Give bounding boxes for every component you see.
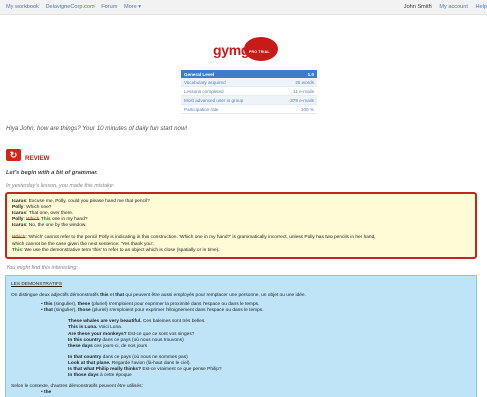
mistake-box: Icarus: Excuse me, Polly, could you plea… <box>5 192 477 259</box>
nav-delavignecorp[interactable]: DelavigneCorp.com <box>46 4 95 10</box>
text: (singulier), <box>52 308 78 314</box>
explanation-text: : 'Which' cannot refer to the pencil Pol… <box>25 235 376 241</box>
stats-row: Most advanced user in group 379 e-mails <box>181 95 317 105</box>
struck-word: Which <box>26 217 40 223</box>
example-en: Are these your monkeys? <box>68 331 127 337</box>
example-fr: Est-ce que ce sont vos singes? <box>126 331 195 337</box>
keyword: that <box>44 308 53 314</box>
example-en: Is that what Philip really thinks? <box>68 367 142 373</box>
logo-subtitle: PRO TRIAL <box>249 50 270 54</box>
keyword: this <box>44 302 53 308</box>
user-nav: John Smith My account Help <box>398 4 487 10</box>
stats-value: 379 e-mails <box>274 95 317 105</box>
review-title: REVIEW <box>25 155 50 162</box>
speaker: Icarus <box>12 223 27 229</box>
top-navigation-bar: My workbook DelavigneCorp.com Forum More… <box>0 0 487 15</box>
text: (pluriel) s'emploient pour exprimer la p… <box>90 302 260 308</box>
example-fr: Voici Luna. <box>97 325 123 331</box>
stats-value: 100 % <box>274 104 317 114</box>
stats-row: Lessons completed 11 e-mails <box>181 86 317 96</box>
example-en: These whales are very beautiful. <box>68 319 142 325</box>
example-en: This is Luna. <box>68 325 98 331</box>
stats-row: Participation rate 100 % <box>181 104 317 114</box>
grammar-note-title: LES DEMONSTRATIFS <box>11 282 63 287</box>
user-name: John Smith <box>403 4 432 10</box>
grammar-intro: On distingue deux adjectifs démonstratif… <box>11 293 471 299</box>
text: On distingue deux adjectifs démonstratif… <box>11 293 101 299</box>
keyword: that <box>115 293 125 299</box>
stats-header-row: General Level 1.0 <box>181 70 317 78</box>
stats-label: Participation rate <box>181 104 275 114</box>
stats-label: Lessons completed <box>181 86 275 96</box>
dialogue-text: : Excuse me, Polly, could you please han… <box>26 199 150 204</box>
begin-text: Let's begin with a bit of grammar. <box>6 170 98 176</box>
keyword: these <box>77 302 91 308</box>
nav-my-workbook[interactable]: My workbook <box>6 4 39 10</box>
stats-header-label: General Level <box>181 70 275 78</box>
speaker: Icarus <box>12 199 27 204</box>
stats-label: Most advanced user in group <box>181 95 275 105</box>
my-account-link[interactable]: My account <box>439 4 468 10</box>
text: qui peuvent être aussi employés pour rem… <box>124 293 306 299</box>
highlight-word: This <box>12 247 22 253</box>
dialogue-text: : That one, over there. <box>26 211 74 217</box>
struck-word: Which <box>12 235 26 241</box>
keyword: the <box>44 390 52 396</box>
example-fr: Ces baleines sont très belles. <box>141 319 206 325</box>
example-fr: dans ce pays (où nous nous trouvons) <box>101 337 184 343</box>
corrected-word: This <box>40 217 51 223</box>
gymglish-logo: gymglish PRO TRIAL <box>213 37 279 62</box>
example-fr: ces jours-ci, de nos jours <box>92 343 148 349</box>
text: (pluriel) s'emploient pour exprimer l'él… <box>90 308 264 314</box>
keyword: this <box>100 293 109 299</box>
stats-value: 25 words <box>274 78 317 87</box>
stats-header-value: 1.0 <box>274 70 317 78</box>
dialogue-text: : No, the one by the window. <box>26 223 87 229</box>
speaker: Polly <box>12 217 24 223</box>
example-en: In that country <box>68 354 102 360</box>
interest-intro: You might find this interesting: <box>6 265 78 271</box>
keyword: those <box>77 308 91 314</box>
example-fr: dans ce pays (où nous ne sommes pas) <box>101 354 188 360</box>
stats-label: Vocabulary acquired <box>181 78 275 87</box>
stats-table: General Level 1.0 Vocabulary acquired 25… <box>181 70 317 114</box>
example-fr: à cette époque <box>98 373 132 379</box>
dialogue-text: : Which one? <box>23 205 52 211</box>
grammar-note-box: LES DEMONSTRATIFS On distingue deux adje… <box>5 275 477 397</box>
nav-forum[interactable]: Forum <box>101 4 117 10</box>
main-nav: My workbook DelavigneCorp.com Forum More… <box>6 4 146 10</box>
speaker: Icarus <box>12 211 27 217</box>
text: (singulier), <box>52 302 78 308</box>
example-en: In those days <box>68 373 99 379</box>
example-fr: Est-ce vraiment ce que pense Philip? <box>141 367 222 373</box>
help-link[interactable]: Help <box>475 4 487 10</box>
review-icon: ↻ <box>6 149 21 161</box>
explanation-text: : We use the demonstrative term 'this' t… <box>21 247 220 253</box>
greeting-text: Hiya John, how are things? Your 10 minut… <box>6 125 188 132</box>
grammar-definition: • the <box>41 390 52 396</box>
example-fr: Regarde l'avion (là-haut dans le ciel). <box>110 360 191 366</box>
example-en: In this country <box>68 337 102 343</box>
explanation-line: This: We use the demonstrative term 'thi… <box>12 248 470 254</box>
example-en: Look at that plane. <box>68 360 111 366</box>
stats-row: Vocabulary acquired 25 words <box>181 78 317 87</box>
dialogue-text: one in my hand? <box>52 217 88 223</box>
nav-more-dropdown[interactable]: More ▾ <box>124 4 141 10</box>
example-en: these days <box>68 343 93 349</box>
stats-value: 11 e-mails <box>274 86 317 96</box>
speaker: Polly <box>12 205 24 211</box>
mistake-intro: In yesterday's lesson, you made this mis… <box>6 183 115 189</box>
